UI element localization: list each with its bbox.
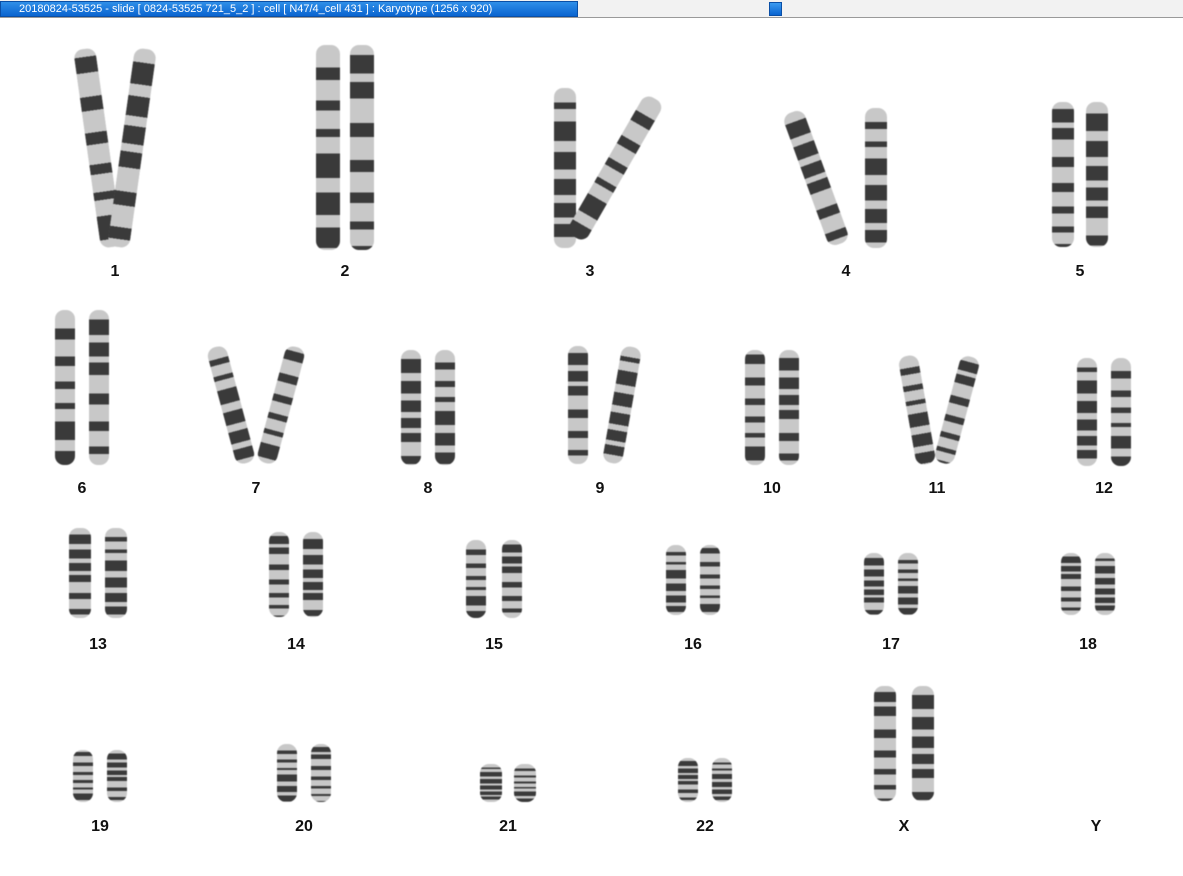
chromatid-4-b: [865, 108, 887, 248]
chromosome-label-19: 19: [91, 818, 109, 835]
chromatid-16-b: [700, 545, 720, 615]
chromosome-label-20: 20: [295, 818, 313, 835]
chromosome-pair-2[interactable]: [316, 45, 374, 250]
chromosome-pair-11[interactable]: [897, 354, 981, 466]
chromosome-label-1: 1: [110, 263, 120, 280]
chromosome-pair-9[interactable]: [568, 345, 643, 465]
chromosome-label-7: 7: [251, 480, 261, 497]
chromatid-10-b: [779, 350, 799, 465]
chromatid-11-a: [897, 354, 937, 466]
chromosome-label-17: 17: [882, 636, 900, 653]
chromatid-5-b: [1086, 102, 1108, 247]
chromosome-pair-10[interactable]: [745, 350, 799, 465]
chromatid-21-b: [514, 764, 536, 802]
chromosome-pair-21[interactable]: [480, 764, 536, 802]
chromatid-3-b: [565, 93, 665, 243]
chromosome-pair-3[interactable]: [554, 88, 665, 248]
chromosome-label-3: 3: [585, 263, 595, 280]
chromosome-pair-13[interactable]: [69, 528, 127, 618]
chromatid-1-b: [107, 47, 157, 249]
chromatid-16-a: [666, 545, 686, 615]
chromosome-label-15: 15: [485, 636, 503, 653]
chromatid-4-a: [781, 108, 851, 248]
chromosome-pair-7[interactable]: [205, 344, 307, 466]
chromatid-19-b: [107, 750, 127, 802]
chromatid-22-a: [678, 758, 698, 802]
chromatid-11-b: [933, 354, 981, 466]
chromosome-label-12: 12: [1095, 480, 1113, 497]
chromosome-label-11: 11: [928, 480, 946, 497]
chromatid-17-b: [898, 553, 918, 615]
chromatid-X-a: [874, 686, 896, 801]
chromatid-7-a: [205, 344, 257, 466]
chromosome-pair-6[interactable]: [55, 310, 109, 465]
chromosome-pair-12[interactable]: [1077, 358, 1131, 466]
chromatid-6-a: [55, 310, 75, 465]
chromatid-20-a: [277, 744, 297, 802]
scroll-handle[interactable]: [769, 2, 782, 16]
chromatid-5-a: [1052, 102, 1074, 247]
chromatid-12-b: [1111, 358, 1131, 466]
chromosome-label-2: 2: [340, 263, 350, 280]
chromosome-label-4: 4: [841, 263, 851, 280]
chromosome-pair-16[interactable]: [666, 545, 720, 615]
chromosome-pair-17[interactable]: [864, 553, 918, 615]
chromatid-8-b: [435, 350, 455, 465]
chromatid-X-b: [912, 686, 934, 801]
chromatid-17-a: [864, 553, 884, 615]
chromatid-21-a: [480, 764, 502, 802]
chromatid-13-b: [105, 528, 127, 618]
chromosome-label-22: 22: [696, 818, 714, 835]
chromosome-pair-1[interactable]: [73, 47, 157, 249]
chromosome-pair-18[interactable]: [1061, 553, 1115, 615]
chromosome-pair-15[interactable]: [466, 540, 522, 618]
chromatid-19-a: [73, 750, 93, 802]
chromatid-6-b: [89, 310, 109, 465]
chromatid-8-a: [401, 350, 421, 465]
chromosome-label-10: 10: [763, 480, 781, 497]
chromosome-pair-22[interactable]: [678, 758, 732, 802]
chromosome-label-13: 13: [89, 636, 107, 653]
chromosome-label-16: 16: [684, 636, 702, 653]
chromatid-12-a: [1077, 358, 1097, 466]
chromosome-pair-5[interactable]: [1052, 102, 1108, 247]
chromosome-label-8: 8: [423, 480, 433, 497]
chromatid-22-b: [712, 758, 732, 802]
chromosome-label-5: 5: [1075, 263, 1085, 280]
chromosome-pair-19[interactable]: [73, 750, 127, 802]
chromatid-9-b: [601, 345, 643, 465]
chromosome-label-Y: Y: [1090, 818, 1102, 835]
chromatid-13-a: [69, 528, 91, 618]
chromatid-15-a: [466, 540, 486, 618]
chromatid-14-a: [269, 532, 289, 617]
chromosome-label-18: 18: [1079, 636, 1097, 653]
title-bar: 20180824-53525 - slide [ 0824-53525 721_…: [0, 0, 1183, 18]
chromatid-18-b: [1095, 553, 1115, 615]
chromatid-10-a: [745, 350, 765, 465]
chromatid-9-a: [568, 346, 588, 464]
chromosome-pair-20[interactable]: [277, 744, 331, 802]
chromosome-label-6: 6: [77, 480, 87, 497]
chromosome-pair-X[interactable]: [874, 686, 934, 801]
chromosome-label-X: X: [898, 818, 910, 835]
chromatid-18-a: [1061, 553, 1081, 615]
chromatid-2-a: [316, 45, 340, 250]
chromatid-7-b: [255, 344, 307, 466]
chromosome-label-21: 21: [499, 818, 517, 835]
chromatid-20-b: [311, 744, 331, 802]
chromosome-label-9: 9: [595, 480, 605, 497]
chromosome-pair-14[interactable]: [269, 532, 323, 617]
chromosome-pair-4[interactable]: [781, 108, 887, 248]
window-title[interactable]: 20180824-53525 - slide [ 0824-53525 721_…: [0, 1, 578, 17]
chromosome-pair-8[interactable]: [401, 350, 455, 465]
chromosome-label-14: 14: [287, 636, 305, 653]
chromatid-15-b: [502, 540, 522, 618]
chromatid-14-b: [303, 532, 323, 617]
chromatid-2-b: [350, 45, 374, 250]
